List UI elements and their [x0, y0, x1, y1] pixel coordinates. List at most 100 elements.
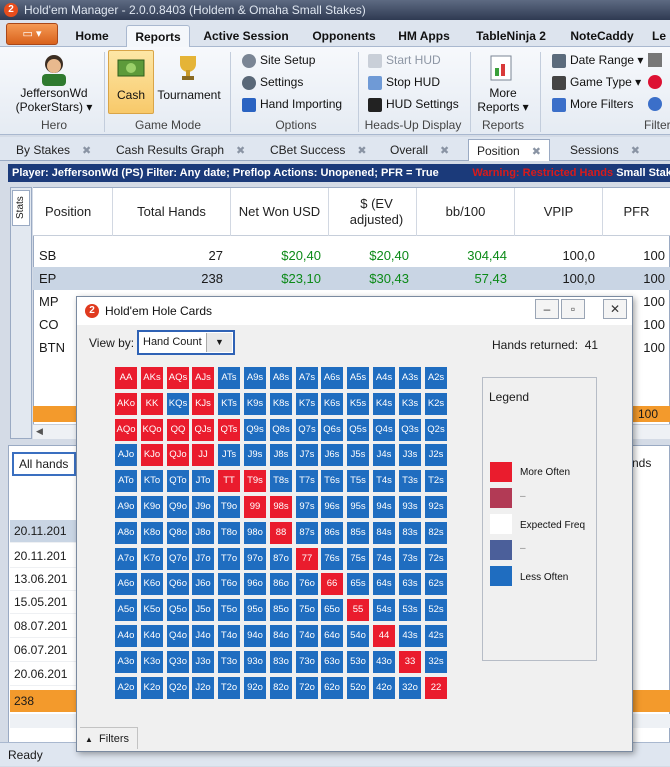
maximize-button[interactable]: ▫ [561, 299, 585, 319]
hand-cell-T9s[interactable]: T9s [244, 470, 266, 492]
hand-cell-T7s[interactable]: T7s [296, 470, 318, 492]
stop-hud-button[interactable]: Stop HUD [368, 72, 440, 92]
hand-cell-AQo[interactable]: AQo [115, 419, 137, 441]
hand-cell-Q4o[interactable]: Q4o [167, 625, 189, 647]
hand-cell-K9o[interactable]: K9o [141, 496, 163, 518]
hand-cell-A8s[interactable]: A8s [270, 367, 292, 389]
hand-cell-62s[interactable]: 62s [425, 573, 447, 595]
hand-cell-32s[interactable]: 32s [425, 651, 447, 673]
list-item[interactable]: 06.07.201 [10, 639, 80, 662]
hand-cell-94o[interactable]: 94o [244, 625, 266, 647]
hand-cell-64s[interactable]: 64s [373, 573, 395, 595]
tournament-button[interactable]: Tournament [154, 88, 224, 102]
filter-clear-icon[interactable] [648, 75, 662, 89]
stats-side-tab[interactable]: Stats [12, 190, 30, 226]
list-item[interactable]: 20.06.201 [10, 663, 80, 686]
tab-by-stakes[interactable]: By Stakes ✖ [16, 139, 91, 161]
col-pfr[interactable]: PFR [603, 188, 670, 236]
tab-active-session[interactable]: Active Session [198, 25, 294, 47]
hand-cell-T9o[interactable]: T9o [218, 496, 240, 518]
close-icon[interactable]: ✖ [82, 145, 91, 157]
hand-cell-Q3s[interactable]: Q3s [399, 419, 421, 441]
hand-cell-T3o[interactable]: T3o [218, 651, 240, 673]
hand-cell-22[interactable]: 22 [425, 677, 447, 699]
hand-cell-75s[interactable]: 75s [347, 548, 369, 570]
hand-cell-J9o[interactable]: J9o [192, 496, 214, 518]
hand-cell-A9o[interactable]: A9o [115, 496, 137, 518]
hand-cell-K2s[interactable]: K2s [425, 393, 447, 415]
table-row[interactable]: EP 238 $23,10 $30,43 57,43 100,0 100 [33, 267, 670, 290]
col-vpip[interactable]: VPIP [515, 188, 603, 236]
hand-cell-73s[interactable]: 73s [399, 548, 421, 570]
hand-cell-93s[interactable]: 93s [399, 496, 421, 518]
hand-cell-K5o[interactable]: K5o [141, 599, 163, 621]
hand-filter-select[interactable]: All hands [12, 452, 76, 476]
hand-cell-K3s[interactable]: K3s [399, 393, 421, 415]
list-item[interactable]: 20.11.201 [10, 520, 80, 543]
hud-settings-button[interactable]: HUD Settings [368, 94, 459, 114]
hand-cell-T8o[interactable]: T8o [218, 522, 240, 544]
hand-cell-A3s[interactable]: A3s [399, 367, 421, 389]
hand-cell-QJo[interactable]: QJo [167, 444, 189, 466]
hand-cell-J8o[interactable]: J8o [192, 522, 214, 544]
hand-cell-52o[interactable]: 52o [347, 677, 369, 699]
hand-cell-ATo[interactable]: ATo [115, 470, 137, 492]
hand-cell-QQ[interactable]: QQ [167, 419, 189, 441]
tab-le[interactable]: Le [652, 25, 670, 47]
hand-cell-Q5o[interactable]: Q5o [167, 599, 189, 621]
col-bb100[interactable]: bb/100 [417, 188, 515, 236]
hand-cell-76o[interactable]: 76o [296, 573, 318, 595]
hand-cell-Q8o[interactable]: Q8o [167, 522, 189, 544]
hand-cell-A5s[interactable]: A5s [347, 367, 369, 389]
hand-cell-76s[interactable]: 76s [321, 548, 343, 570]
hand-cell-88[interactable]: 88 [270, 522, 292, 544]
hand-cell-K7o[interactable]: K7o [141, 548, 163, 570]
hand-cell-AJs[interactable]: AJs [192, 367, 214, 389]
hand-cell-KTs[interactable]: KTs [218, 393, 240, 415]
hand-cell-T8s[interactable]: T8s [270, 470, 292, 492]
hand-cell-J5s[interactable]: J5s [347, 444, 369, 466]
hand-cell-A9s[interactable]: A9s [244, 367, 266, 389]
tab-overall[interactable]: Overall ✖ [390, 139, 449, 161]
hand-cell-K8o[interactable]: K8o [141, 522, 163, 544]
hand-cell-Q2o[interactable]: Q2o [167, 677, 189, 699]
hand-cell-85o[interactable]: 85o [270, 599, 292, 621]
hand-cell-K4s[interactable]: K4s [373, 393, 395, 415]
hand-cell-A2s[interactable]: A2s [425, 367, 447, 389]
hand-cell-J5o[interactable]: J5o [192, 599, 214, 621]
game-type-button[interactable]: Game Type ▾ [552, 72, 641, 92]
hand-cell-32o[interactable]: 32o [399, 677, 421, 699]
hand-cell-96s[interactable]: 96s [321, 496, 343, 518]
hand-cell-53o[interactable]: 53o [347, 651, 369, 673]
hand-cell-Q8s[interactable]: Q8s [270, 419, 292, 441]
hand-cell-J6s[interactable]: J6s [321, 444, 343, 466]
date-range-button[interactable]: Date Range ▾ [552, 50, 643, 70]
hand-cell-T2o[interactable]: T2o [218, 677, 240, 699]
hand-cell-A7s[interactable]: A7s [296, 367, 318, 389]
hand-cell-J8s[interactable]: J8s [270, 444, 292, 466]
hand-cell-AKs[interactable]: AKs [141, 367, 163, 389]
hand-cell-A3o[interactable]: A3o [115, 651, 137, 673]
hand-cell-K7s[interactable]: K7s [296, 393, 318, 415]
hand-cell-Q9s[interactable]: Q9s [244, 419, 266, 441]
tab-notecaddy[interactable]: NoteCaddy [562, 25, 642, 47]
col-net-won[interactable]: Net Won USD [231, 188, 329, 236]
hand-cell-72o[interactable]: 72o [296, 677, 318, 699]
application-menu-button[interactable]: ▭ ▾ [6, 23, 58, 45]
hand-cell-AJo[interactable]: AJo [115, 444, 137, 466]
tab-sessions[interactable]: Sessions ✖ [570, 139, 640, 161]
hand-cell-43o[interactable]: 43o [373, 651, 395, 673]
hand-cell-QTs[interactable]: QTs [218, 419, 240, 441]
hand-cell-T6o[interactable]: T6o [218, 573, 240, 595]
close-icon[interactable]: ✖ [236, 145, 245, 157]
filter-refresh-icon[interactable] [648, 97, 662, 111]
hand-cell-98s[interactable]: 98s [270, 496, 292, 518]
hand-cell-92s[interactable]: 92s [425, 496, 447, 518]
hand-cell-82o[interactable]: 82o [270, 677, 292, 699]
tab-tableninja[interactable]: TableNinja 2 [468, 25, 554, 47]
hand-cell-75o[interactable]: 75o [296, 599, 318, 621]
col-total-hands[interactable]: Total Hands [113, 188, 231, 236]
hand-cell-K6s[interactable]: K6s [321, 393, 343, 415]
hand-cell-44[interactable]: 44 [373, 625, 395, 647]
filters-toggle[interactable]: ▲ Filters [80, 727, 138, 749]
